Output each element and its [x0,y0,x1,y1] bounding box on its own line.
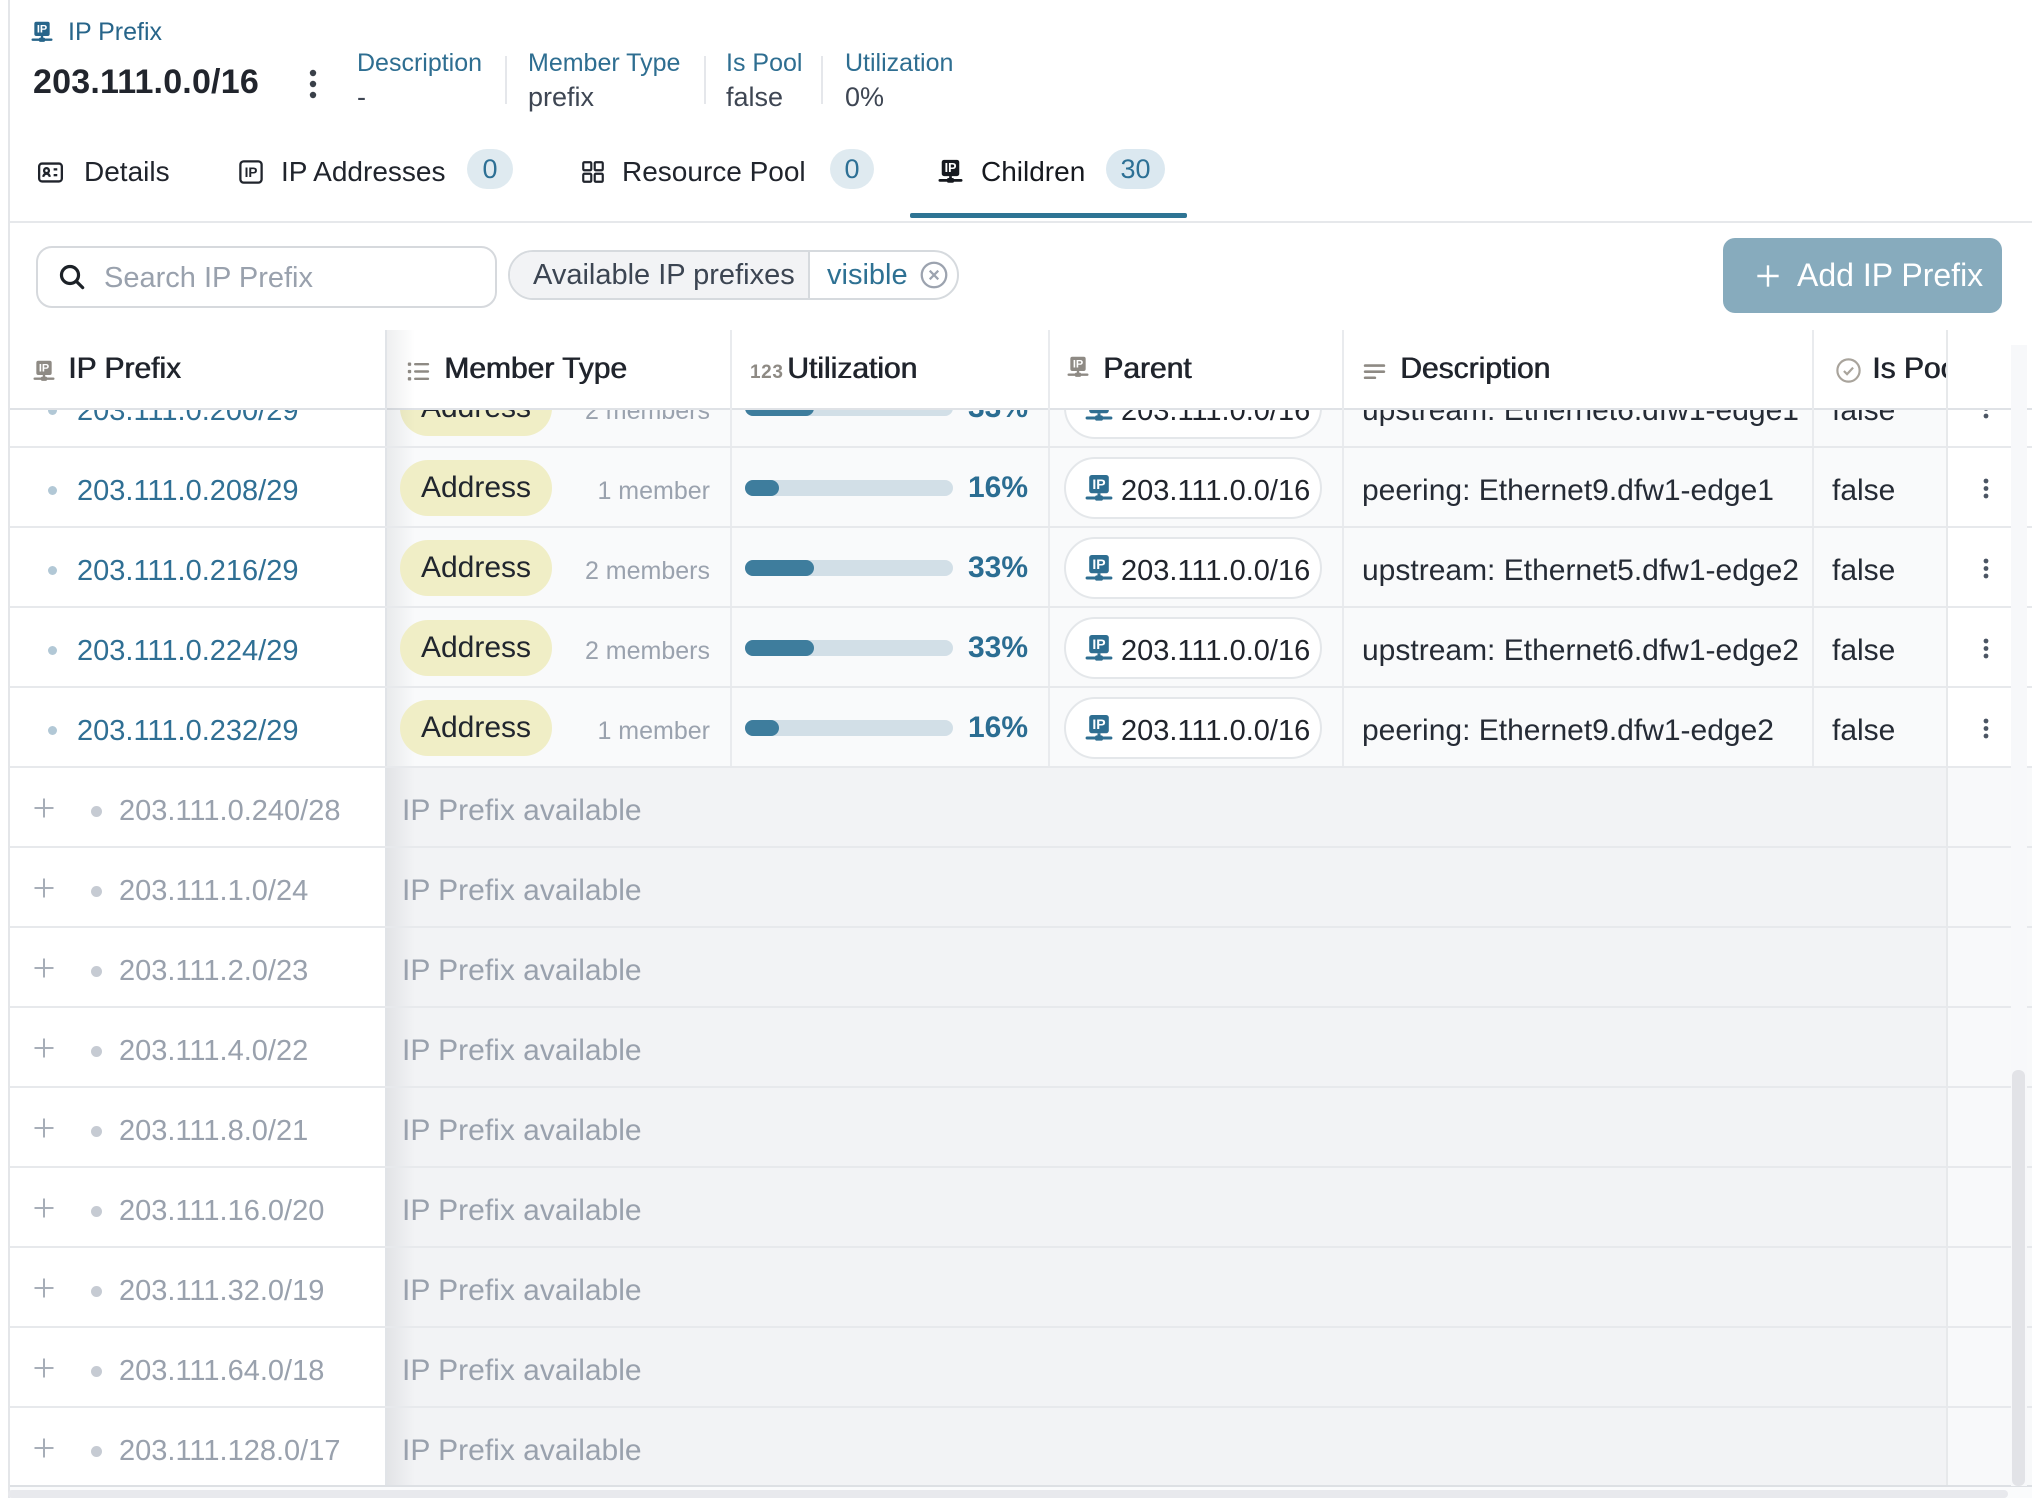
svg-text:IP: IP [245,165,258,180]
svg-text:IP: IP [1073,359,1083,371]
svg-text:IP: IP [945,161,957,175]
svg-text:IP: IP [37,24,47,36]
svg-text:IP: IP [1092,716,1105,732]
svg-text:IP: IP [1092,476,1105,492]
svg-text:IP: IP [1092,556,1105,572]
svg-text:IP: IP [1092,636,1105,652]
svg-text:IP: IP [39,363,49,375]
